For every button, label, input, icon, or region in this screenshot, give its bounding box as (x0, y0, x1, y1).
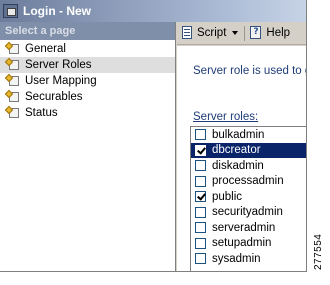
script-label: Script (197, 27, 227, 39)
page-selector-pane: Select a page General Server Roles User … (0, 22, 176, 271)
role-item-serveradmin[interactable]: serveradmin (191, 220, 306, 236)
figure-reference-number: 277554 (313, 233, 324, 270)
role-label: sysadmin (212, 252, 261, 265)
role-checkbox[interactable] (195, 191, 206, 203)
toolbar: Script ? Help (177, 22, 306, 45)
toolbar-separator (244, 25, 246, 41)
page-icon (4, 57, 20, 71)
page-item-securables[interactable]: Securables (0, 89, 175, 105)
script-dropdown-arrow-icon[interactable] (232, 31, 239, 35)
window-title: Login - New (23, 4, 91, 18)
page-item-label: Status (25, 107, 58, 119)
title-bar[interactable]: Login - New (0, 0, 306, 22)
role-checkbox[interactable] (195, 144, 206, 156)
page-item-label: Server Roles (25, 59, 92, 71)
role-checkbox[interactable] (195, 237, 206, 249)
role-item-securityadmin[interactable]: securityadmin (191, 205, 306, 221)
page-icon (4, 105, 20, 119)
login-window: Login - New Select a page General Server… (0, 0, 307, 272)
page-item-label: General (25, 43, 66, 55)
role-checkbox[interactable] (195, 175, 206, 187)
role-item-processadmin[interactable]: processadmin (191, 174, 306, 190)
pane-header: Select a page (0, 22, 175, 40)
role-checkbox[interactable] (195, 206, 206, 218)
role-item-public[interactable]: public (191, 189, 306, 205)
role-item-sysadmin[interactable]: sysadmin (191, 251, 306, 267)
page-icon (4, 41, 20, 55)
role-item-setupadmin[interactable]: setupadmin (191, 236, 306, 252)
script-button[interactable]: Script (180, 26, 226, 40)
page-list: General Server Roles User Mapping Secura… (0, 40, 175, 121)
script-icon (180, 26, 194, 40)
page-description: Server role is used to gr (193, 65, 307, 77)
role-label: processadmin (212, 175, 284, 188)
page-item-label: Securables (25, 91, 83, 103)
role-label: serveradmin (212, 221, 276, 234)
page-item-user-mapping[interactable]: User Mapping (0, 73, 175, 89)
role-checkbox[interactable] (195, 129, 206, 141)
role-label: securityadmin (212, 206, 283, 219)
role-item-dbcreator[interactable]: dbcreator (191, 142, 306, 158)
help-label: Help (266, 27, 291, 39)
page-item-label: User Mapping (25, 75, 97, 87)
window-icon (3, 4, 18, 18)
page-icon (4, 89, 20, 103)
page-item-status[interactable]: Status (0, 105, 175, 121)
role-item-bulkadmin[interactable]: bulkadmin (191, 127, 306, 143)
help-icon: ? (249, 26, 263, 40)
role-label: public (212, 190, 243, 203)
page-icon (4, 73, 20, 87)
server-roles-page: Server role is used to gr Server roles: … (177, 46, 307, 271)
server-roles-label: Server roles: (193, 111, 258, 123)
role-checkbox[interactable] (195, 160, 206, 172)
role-label: setupadmin (212, 237, 272, 250)
page-item-server-roles[interactable]: Server Roles (0, 57, 175, 73)
role-item-diskadmin[interactable]: diskadmin (191, 158, 306, 174)
role-checkbox[interactable] (195, 253, 206, 265)
help-button[interactable]: ? Help (249, 26, 290, 40)
server-roles-list[interactable]: bulkadmin dbcreator diskadmin processadm… (190, 126, 306, 271)
role-label: dbcreator (212, 144, 261, 157)
role-checkbox[interactable] (195, 222, 206, 234)
role-label: diskadmin (212, 159, 264, 172)
page-item-general[interactable]: General (0, 41, 175, 57)
server-roles-label-text: Server roles: (193, 111, 259, 123)
role-label: bulkadmin (212, 128, 265, 141)
